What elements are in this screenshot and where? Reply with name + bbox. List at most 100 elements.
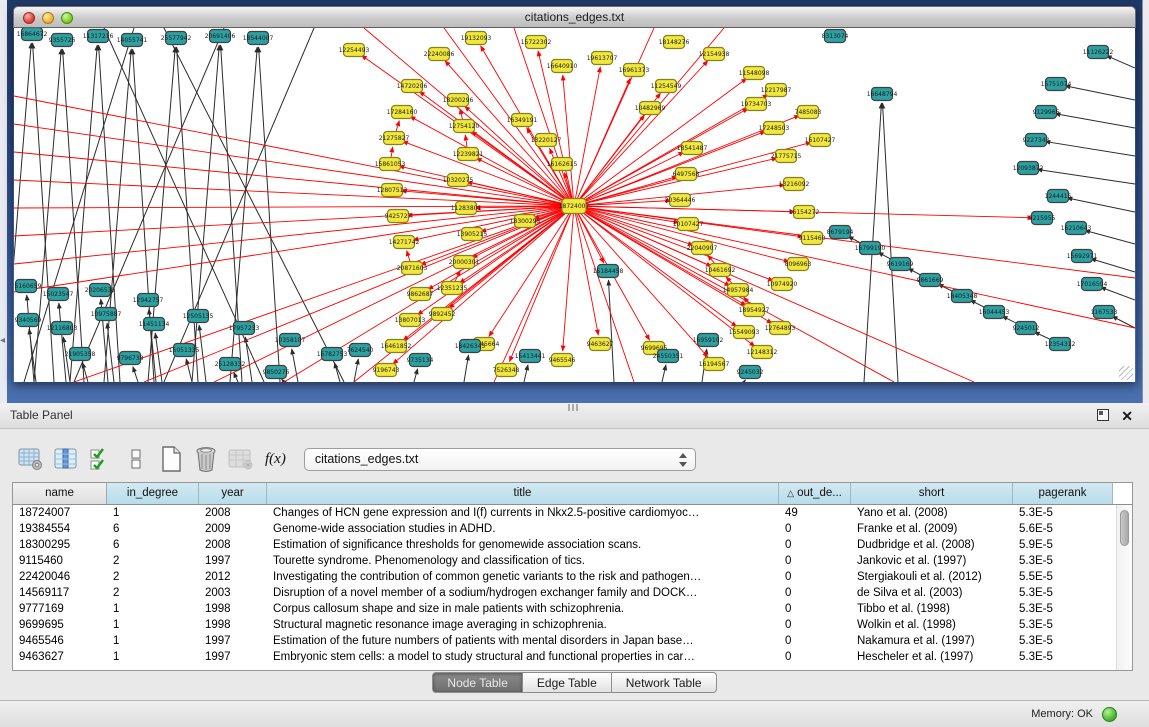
network-node[interactable]: 12764893 xyxy=(765,322,796,335)
network-edge[interactable] xyxy=(1106,56,1135,68)
network-node[interactable]: 16210643 xyxy=(1061,222,1092,235)
table-selector-dropdown[interactable]: citations_edges.txt xyxy=(304,448,696,471)
network-node[interactable]: 12093872 xyxy=(1013,162,1044,175)
network-edge[interactable] xyxy=(199,325,206,382)
network-node[interactable]: 10975887 xyxy=(91,308,122,321)
network-edge[interactable] xyxy=(882,103,898,382)
network-node[interactable]: 12148312 xyxy=(747,346,778,359)
network-node[interactable]: 13807013 xyxy=(395,314,426,327)
table-scrollbar[interactable] xyxy=(1116,505,1132,670)
network-node[interactable]: 16154272 xyxy=(789,206,820,219)
network-edge[interactable] xyxy=(1067,198,1135,212)
network-edge[interactable] xyxy=(186,359,192,382)
network-edge[interactable] xyxy=(59,303,66,382)
network-edge[interactable] xyxy=(14,96,574,206)
create-column-button[interactable] xyxy=(156,445,186,473)
window-resize-grip[interactable] xyxy=(1119,366,1133,380)
delete-columns-button[interactable] xyxy=(191,445,221,473)
column-header-short[interactable]: short xyxy=(851,483,1013,504)
network-node[interactable]: 9465546 xyxy=(549,354,576,367)
network-node[interactable]: 21905358 xyxy=(65,348,96,361)
table-row[interactable]: 946362711997Embryonic stem cells: a mode… xyxy=(13,649,1132,665)
network-edge[interactable] xyxy=(259,47,280,382)
panel-splitter-handle[interactable] xyxy=(568,404,580,411)
network-edge[interactable] xyxy=(403,206,574,340)
network-edge[interactable] xyxy=(1085,230,1135,244)
network-node[interactable]: 18300295 xyxy=(510,215,541,228)
network-node[interactable]: 16648794 xyxy=(867,88,898,101)
delete-table-button[interactable] xyxy=(226,445,256,473)
network-edge[interactable] xyxy=(234,372,238,382)
network-node[interactable]: 8313074 xyxy=(822,30,849,43)
network-node[interactable]: 15051335 xyxy=(169,344,200,357)
network-node[interactable]: 9227343 xyxy=(1023,134,1050,147)
float-panel-icon[interactable] xyxy=(1097,409,1109,421)
network-node[interactable]: 21775715 xyxy=(771,150,802,163)
column-header-name[interactable]: name xyxy=(13,483,107,504)
network-edge[interactable] xyxy=(245,337,252,382)
network-node[interactable]: 13220127 xyxy=(531,134,562,147)
network-node[interactable]: 12351235 xyxy=(437,282,468,295)
network-node[interactable]: 9463627 xyxy=(587,338,614,351)
network-node[interactable]: 1167533 xyxy=(1091,306,1118,319)
network-node[interactable]: 25128332 xyxy=(215,358,246,371)
table-row[interactable]: 1830029562008Estimation of significance … xyxy=(13,537,1132,553)
network-edge[interactable] xyxy=(29,329,36,382)
network-node[interactable]: 9115460 xyxy=(799,232,826,245)
network-node[interactable]: 15692971 xyxy=(1067,250,1098,263)
network-edge[interactable] xyxy=(24,28,134,382)
network-node[interactable]: 10320275 xyxy=(443,174,474,187)
network-node[interactable]: 19734703 xyxy=(741,98,772,111)
tab-network-table[interactable]: Network Table xyxy=(612,672,717,693)
table-row[interactable]: 946554611997Estimation of the future num… xyxy=(13,633,1132,649)
network-node[interactable]: 11283801 xyxy=(451,202,482,215)
column-header-year[interactable]: year xyxy=(199,483,267,504)
network-node[interactable]: 11548098 xyxy=(739,67,770,80)
network-node[interactable]: 9735134 xyxy=(407,354,434,367)
network-edge[interactable] xyxy=(107,323,114,382)
table-row[interactable]: 1456911722003Disruption of a novel membe… xyxy=(13,585,1132,601)
network-node[interactable]: 9245012 xyxy=(1013,322,1040,335)
close-panel-icon[interactable]: ✕ xyxy=(1121,406,1133,426)
column-header-out_de[interactable]: △out_de... xyxy=(779,483,851,504)
network-node[interactable]: 15184458 xyxy=(593,265,624,278)
network-node[interactable]: 16961373 xyxy=(619,64,650,77)
table-row[interactable]: 969969511998Structural magnetic resonanc… xyxy=(13,617,1132,633)
network-node[interactable]: 16782753 xyxy=(317,348,348,361)
network-node[interactable]: 12116803 xyxy=(47,322,78,335)
network-node[interactable]: 16194567 xyxy=(699,358,730,371)
memory-status-indicator[interactable] xyxy=(1102,707,1117,722)
network-edge[interactable] xyxy=(14,206,574,264)
network-node[interactable]: 24550351 xyxy=(653,350,684,363)
network-node[interactable]: 9425727 xyxy=(385,210,412,223)
network-node[interactable]: 10482969 xyxy=(635,102,666,115)
network-node[interactable]: 9340569 xyxy=(15,314,42,327)
network-node[interactable]: 15549093 xyxy=(729,326,760,339)
column-header-title[interactable]: title xyxy=(267,483,779,504)
network-edge[interactable] xyxy=(133,367,138,382)
network-node[interactable]: 18148276 xyxy=(659,36,690,49)
network-node[interactable]: 20364446 xyxy=(665,194,696,207)
network-edge[interactable] xyxy=(1100,287,1135,300)
network-node[interactable]: 9196743 xyxy=(373,364,400,377)
network-node[interactable]: 21275827 xyxy=(379,132,410,145)
network-node[interactable]: 14957984 xyxy=(723,284,754,297)
network-node[interactable]: 8679194 xyxy=(827,226,854,239)
network-edge[interactable] xyxy=(509,206,574,362)
network-node[interactable]: 12254493 xyxy=(339,44,370,57)
network-edge[interactable] xyxy=(574,67,600,206)
network-node[interactable]: 19613707 xyxy=(587,52,618,65)
network-node[interactable]: 20691406 xyxy=(205,30,236,43)
network-node[interactable]: 10358107 xyxy=(275,334,306,347)
network-node[interactable]: 7624540 xyxy=(347,344,374,357)
network-node[interactable]: 15861053 xyxy=(375,158,406,171)
network-node[interactable]: 12754120 xyxy=(449,120,480,133)
network-node[interactable]: 11451134 xyxy=(139,318,170,331)
network-edge[interactable] xyxy=(1055,114,1135,128)
network-node[interactable]: 15023547 xyxy=(43,288,74,301)
network-node[interactable]: 16349191 xyxy=(507,114,538,127)
network-edge[interactable] xyxy=(1065,86,1135,100)
network-node[interactable]: 10461692 xyxy=(705,264,736,277)
network-edge[interactable] xyxy=(464,355,469,382)
show-columns-button[interactable] xyxy=(51,445,81,473)
